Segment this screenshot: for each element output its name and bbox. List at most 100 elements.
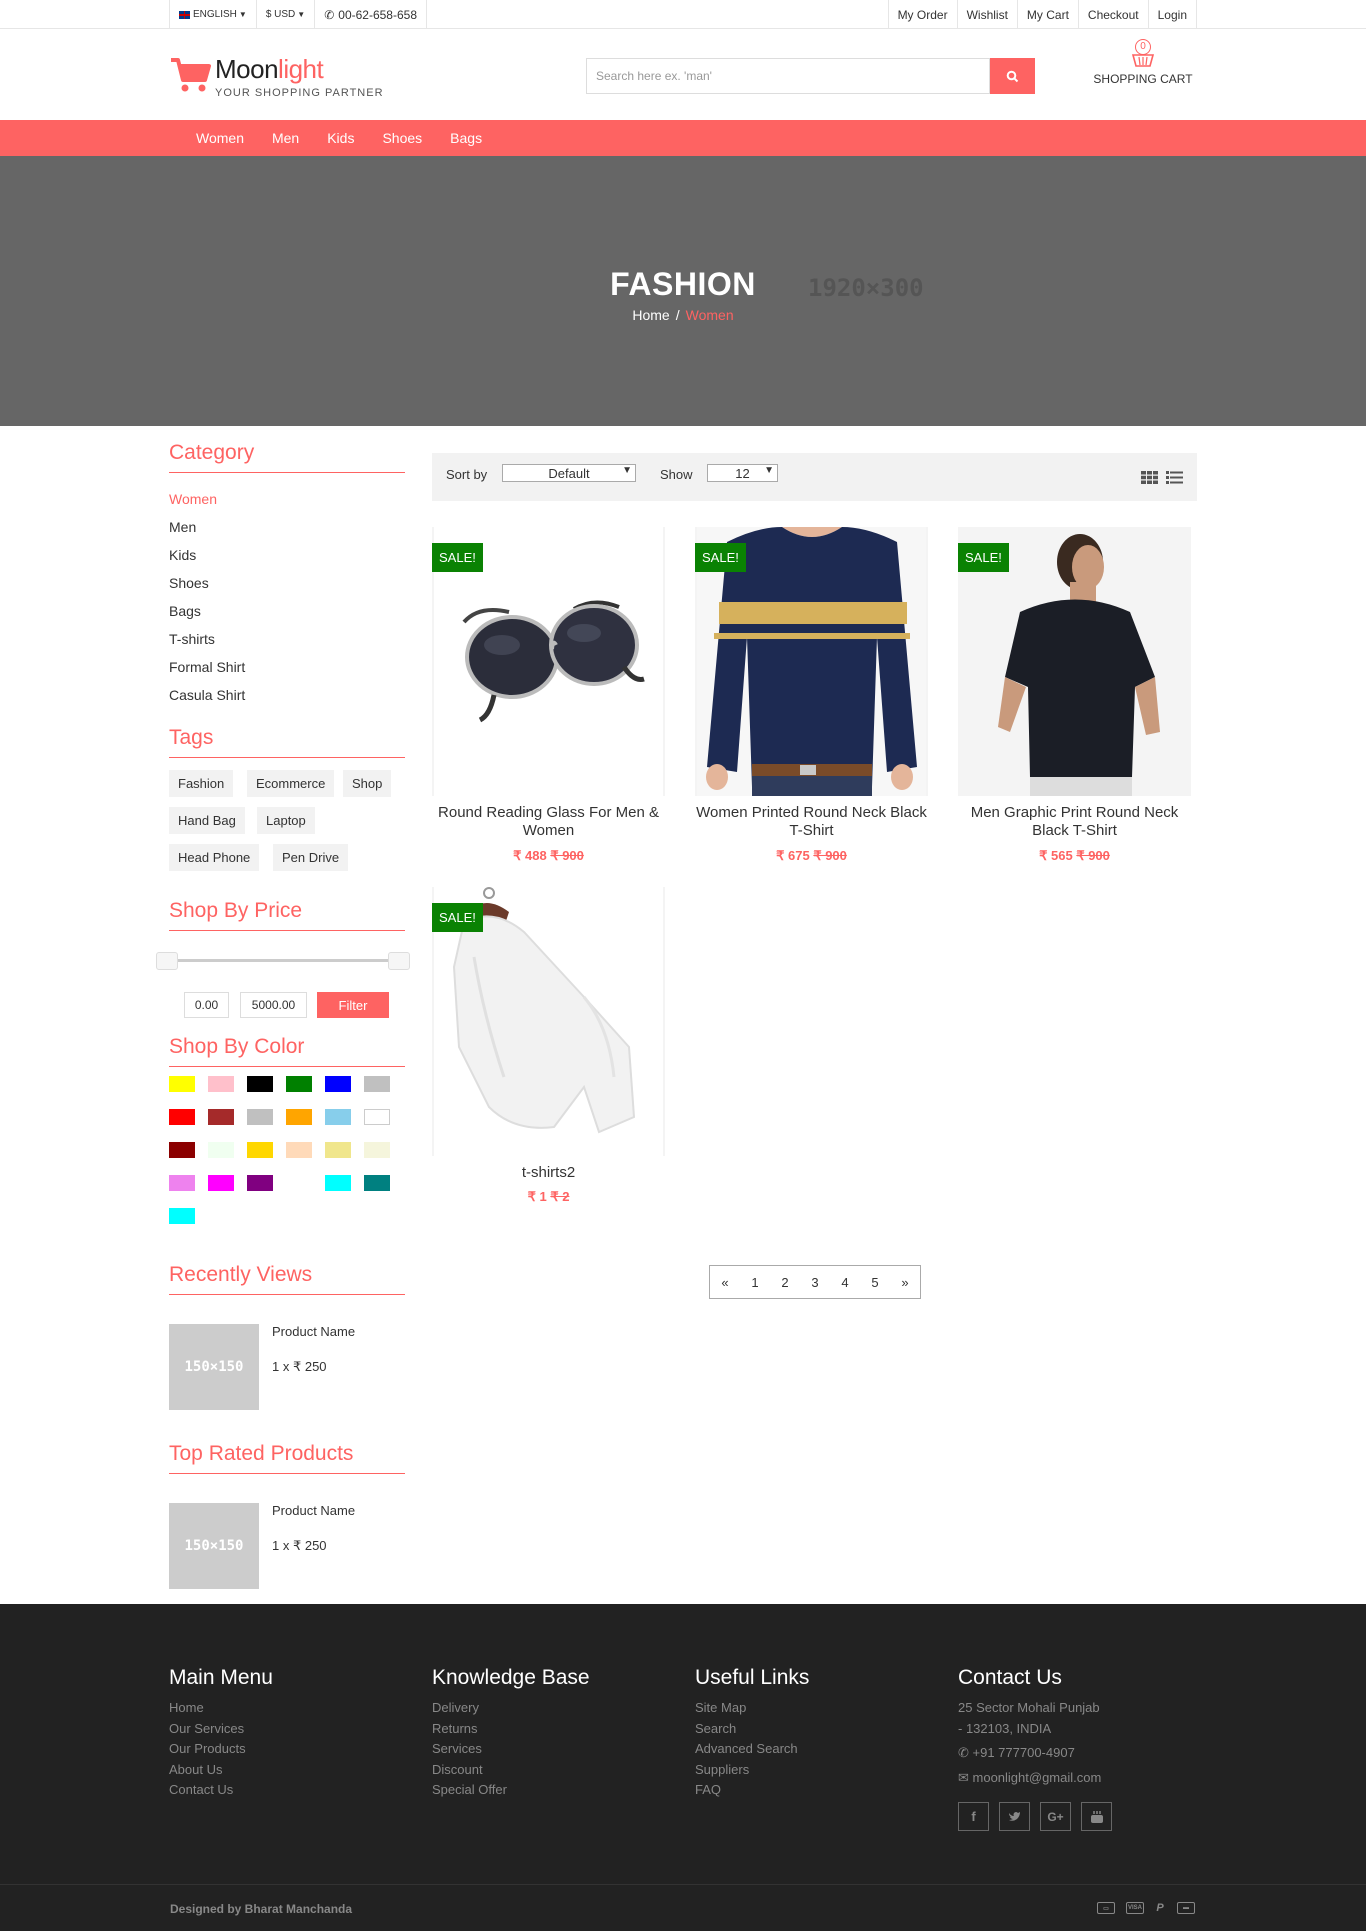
tag-pen-drive[interactable]: Pen Drive [273, 844, 349, 871]
grid-view-icon[interactable] [1141, 471, 1158, 484]
tag-ecommerce[interactable]: Ecommerce [247, 770, 335, 797]
header-cart[interactable]: 0 SHOPPING CART [1093, 37, 1193, 86]
color-swatch[interactable] [286, 1076, 312, 1092]
youtube-icon[interactable] [1081, 1802, 1112, 1831]
category-item-casula-shirt[interactable]: Casula Shirt [169, 687, 245, 715]
color-swatch[interactable] [247, 1076, 273, 1092]
pagination-page-4[interactable]: 4 [830, 1266, 860, 1298]
logo[interactable]: Moonlight YOUR SHOPPING PARTNER [169, 54, 409, 104]
product-name[interactable]: Men Graphic Print Round Neck Black T-Shi… [958, 804, 1191, 840]
pagination-page-1[interactable]: 1 [740, 1266, 770, 1298]
nav-item-shoes[interactable]: Shoes [382, 130, 422, 146]
color-swatch[interactable] [169, 1109, 195, 1125]
pagination-prev[interactable]: « [710, 1266, 740, 1298]
search-input[interactable]: Search here ex. 'man' [586, 58, 990, 94]
footer-link-site-map[interactable]: Site Map [695, 1698, 915, 1719]
tag-laptop[interactable]: Laptop [257, 807, 315, 834]
color-swatch[interactable] [325, 1076, 351, 1092]
color-swatch[interactable] [247, 1142, 273, 1158]
price-min-input[interactable]: 0.00 [184, 992, 229, 1018]
color-swatch[interactable] [208, 1076, 234, 1092]
color-swatch[interactable] [208, 1109, 234, 1125]
footer-link-home[interactable]: Home [169, 1698, 389, 1719]
color-swatch[interactable] [169, 1208, 195, 1224]
footer-link-suppliers[interactable]: Suppliers [695, 1760, 915, 1781]
nav-item-kids[interactable]: Kids [327, 130, 354, 146]
twitter-icon[interactable] [999, 1802, 1030, 1831]
search-button[interactable] [990, 58, 1035, 94]
price-slider-max-handle[interactable] [388, 952, 410, 970]
color-swatch[interactable] [364, 1076, 390, 1092]
color-swatch[interactable] [169, 1175, 195, 1191]
product-name[interactable]: Round Reading Glass For Men & Women [432, 804, 665, 840]
color-swatch[interactable] [247, 1109, 273, 1125]
category-item-shoes[interactable]: Shoes [169, 575, 245, 603]
footer-link-search[interactable]: Search [695, 1719, 915, 1740]
footer-link-faq[interactable]: FAQ [695, 1780, 915, 1801]
footer-link-returns[interactable]: Returns [432, 1719, 652, 1740]
facebook-icon[interactable]: f [958, 1802, 989, 1831]
pagination-page-3[interactable]: 3 [800, 1266, 830, 1298]
category-item-tshirts[interactable]: T-shirts [169, 631, 245, 659]
wishlist-link[interactable]: Wishlist [958, 0, 1018, 29]
list-view-icon[interactable] [1166, 471, 1183, 484]
top-product-name[interactable]: Product Name [272, 1503, 355, 1518]
my-cart-link[interactable]: My Cart [1018, 0, 1079, 29]
price-slider-min-handle[interactable] [156, 952, 178, 970]
footer-link-contact-us[interactable]: Contact Us [169, 1780, 389, 1801]
sort-select[interactable]: Default ▼ [502, 464, 636, 482]
pagination-page-5[interactable]: 5 [860, 1266, 890, 1298]
color-swatch[interactable] [169, 1076, 195, 1092]
footer-link-our-products[interactable]: Our Products [169, 1739, 389, 1760]
footer-link-about-us[interactable]: About Us [169, 1760, 389, 1781]
recent-product-name[interactable]: Product Name [272, 1324, 355, 1339]
language-selector[interactable]: ENGLISH ▼ [169, 0, 257, 29]
footer-link-special-offer[interactable]: Special Offer [432, 1780, 652, 1801]
top-product-thumbnail[interactable]: 150×150 [169, 1503, 259, 1589]
product-name[interactable]: t-shirts2 [432, 1164, 665, 1182]
category-item-kids[interactable]: Kids [169, 547, 245, 575]
tag-head-phone[interactable]: Head Phone [169, 844, 260, 871]
my-order-link[interactable]: My Order [887, 0, 958, 29]
nav-item-women[interactable]: Women [196, 130, 244, 146]
category-item-women[interactable]: Women [169, 491, 245, 519]
color-swatch[interactable] [286, 1142, 312, 1158]
color-swatch[interactable] [208, 1142, 234, 1158]
color-swatch[interactable] [325, 1142, 351, 1158]
category-item-men[interactable]: Men [169, 519, 245, 547]
pagination-next[interactable]: » [890, 1266, 920, 1298]
color-swatch[interactable] [286, 1109, 312, 1125]
color-swatch[interactable] [325, 1175, 351, 1191]
color-swatch[interactable] [208, 1175, 234, 1191]
tag-shop[interactable]: Shop [343, 770, 392, 797]
footer-link-advanced-search[interactable]: Advanced Search [695, 1739, 915, 1760]
footer-link-discount[interactable]: Discount [432, 1760, 652, 1781]
color-swatch[interactable] [364, 1175, 390, 1191]
footer-email[interactable]: ✉ moonlight@gmail.com [958, 1768, 1178, 1789]
color-swatch[interactable] [325, 1109, 351, 1125]
footer-link-services[interactable]: Services [432, 1739, 652, 1760]
filter-button[interactable]: Filter [317, 992, 389, 1018]
color-swatch[interactable] [169, 1142, 195, 1158]
nav-item-men[interactable]: Men [272, 130, 299, 146]
login-link[interactable]: Login [1149, 0, 1197, 29]
category-item-formal-shirt[interactable]: Formal Shirt [169, 659, 245, 687]
color-swatch[interactable] [247, 1175, 273, 1191]
price-slider-track[interactable] [175, 959, 400, 962]
checkout-link[interactable]: Checkout [1079, 0, 1149, 29]
price-max-input[interactable]: 5000.00 [240, 992, 307, 1018]
google-plus-icon[interactable]: G+ [1040, 1802, 1071, 1831]
breadcrumb-home[interactable]: Home [632, 307, 669, 323]
pagination-page-2[interactable]: 2 [770, 1266, 800, 1298]
recent-product-thumbnail[interactable]: 150×150 [169, 1324, 259, 1410]
tag-fashion[interactable]: Fashion [169, 770, 234, 797]
currency-selector[interactable]: $ USD ▼ [257, 0, 316, 29]
tag-hand-bag[interactable]: Hand Bag [169, 807, 245, 834]
nav-item-bags[interactable]: Bags [450, 130, 482, 146]
footer-link-our-services[interactable]: Our Services [169, 1719, 389, 1740]
show-select[interactable]: 12 ▼ [707, 464, 778, 482]
footer-link-delivery[interactable]: Delivery [432, 1698, 652, 1719]
product-name[interactable]: Women Printed Round Neck Black T-Shirt [695, 804, 928, 840]
color-swatch[interactable] [364, 1109, 390, 1125]
category-item-bags[interactable]: Bags [169, 603, 245, 631]
